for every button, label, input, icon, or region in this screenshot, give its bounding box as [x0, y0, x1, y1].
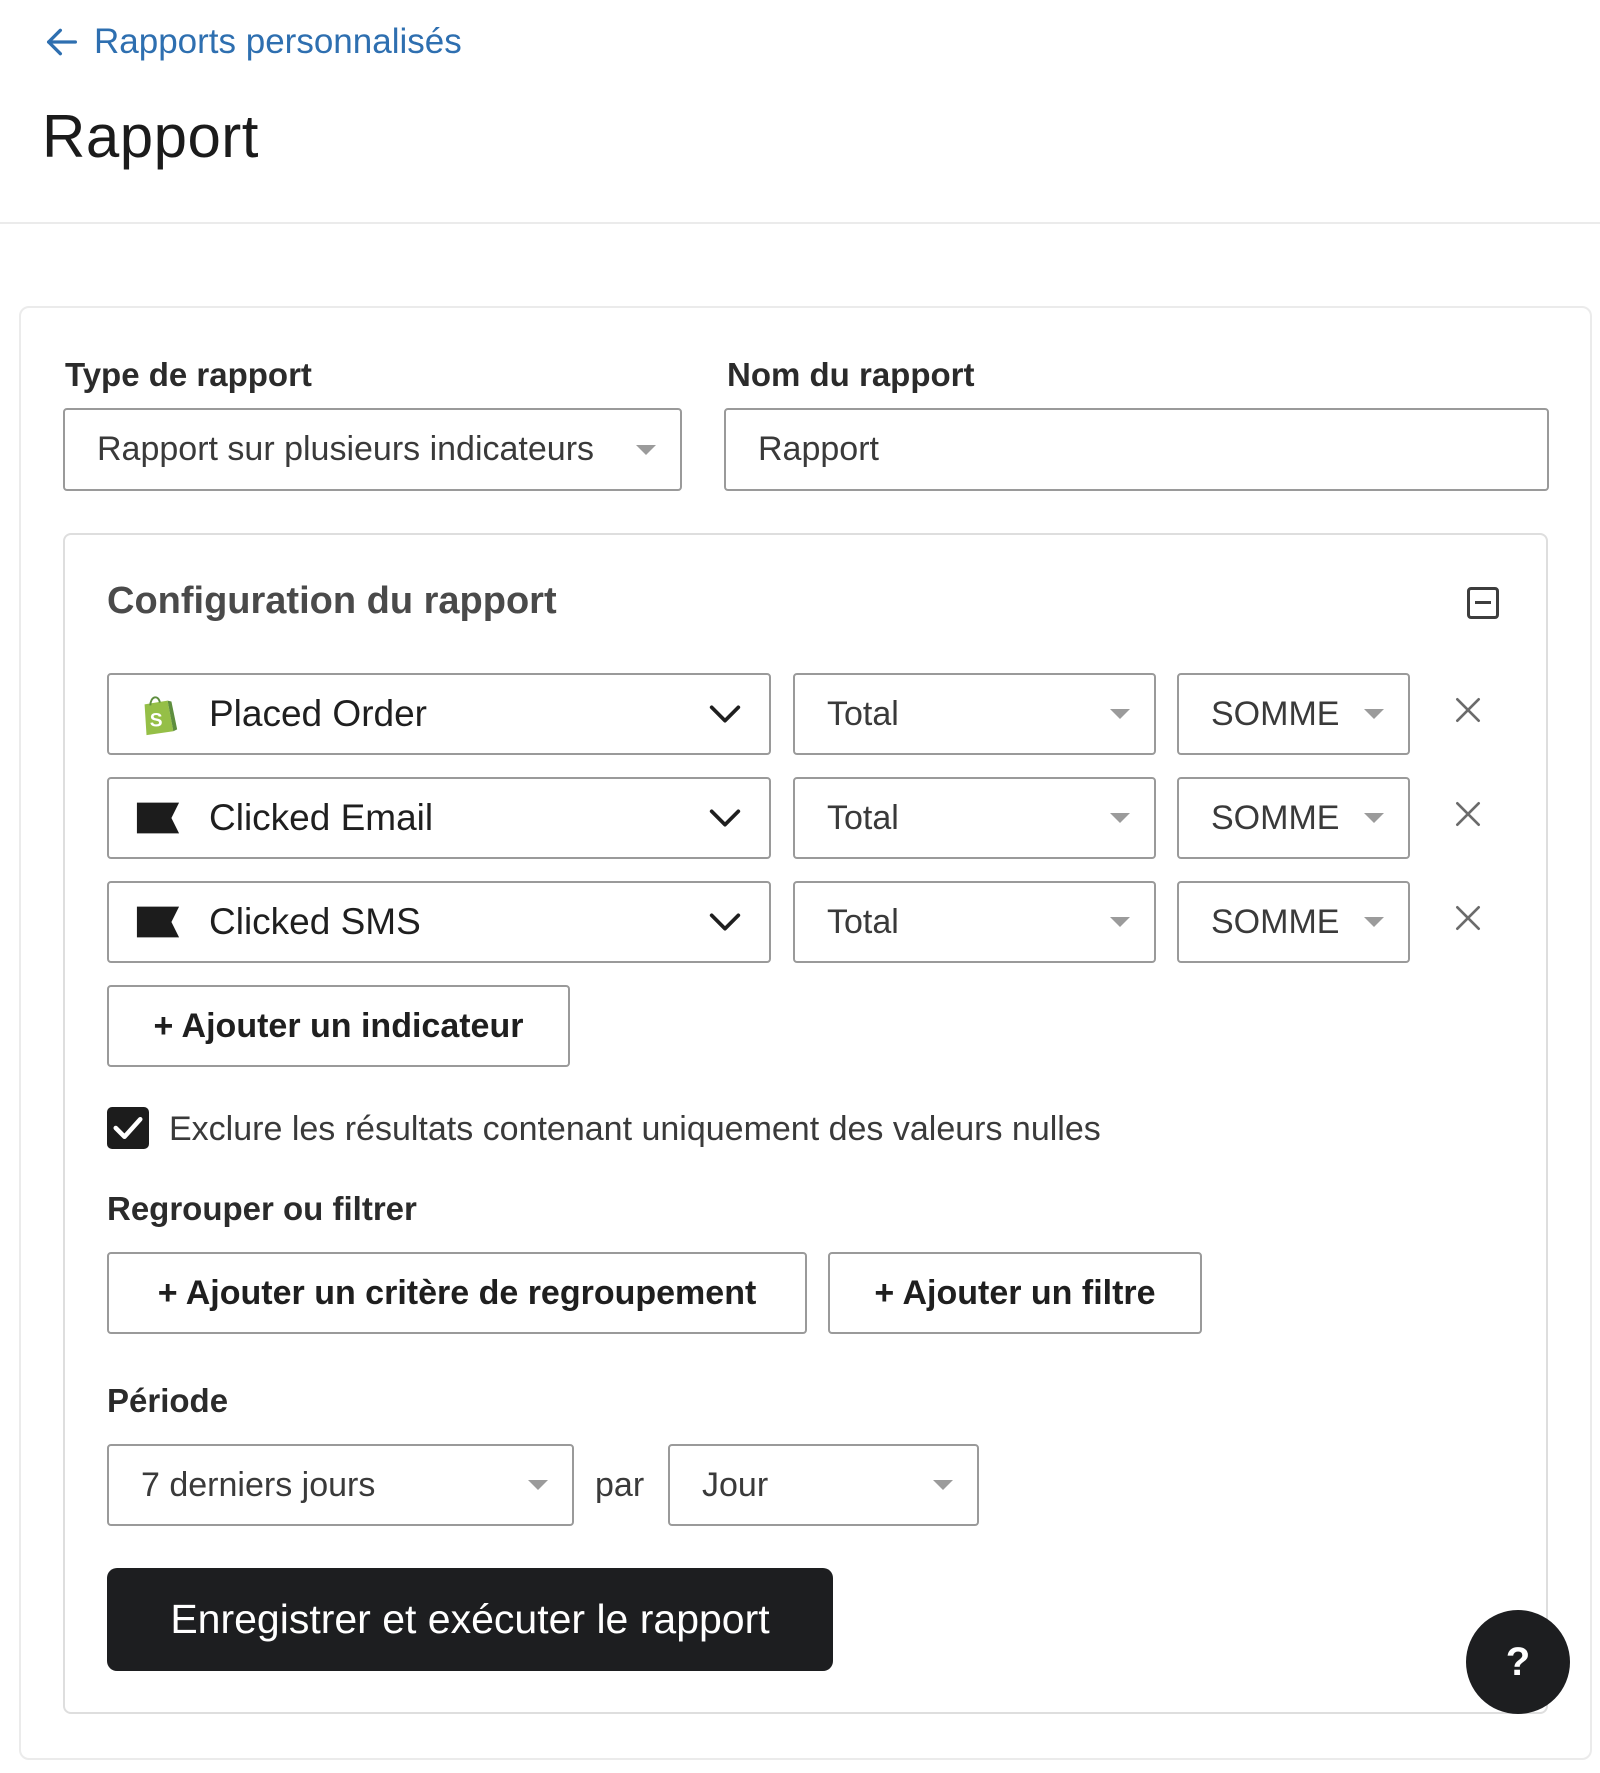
chevron-down-icon	[709, 705, 741, 723]
checkmark-icon	[113, 1116, 143, 1140]
caret-down-icon	[1110, 917, 1130, 927]
metric-select-clicked-sms[interactable]: Clicked SMS	[107, 881, 771, 963]
report-type-label: Type de rapport	[65, 356, 312, 393]
aggregation-select[interactable]: SOMME	[1177, 673, 1410, 755]
by-label: par	[595, 1466, 645, 1504]
report-type-value: Rapport sur plusieurs indicateurs	[97, 430, 595, 468]
granularity-value: Jour	[702, 1465, 769, 1504]
caret-down-icon	[528, 1480, 548, 1490]
report-name-field[interactable]	[724, 408, 1549, 491]
measure-value: Total	[827, 694, 899, 733]
collapse-icon[interactable]	[1467, 587, 1499, 619]
caret-down-icon	[1110, 709, 1130, 719]
metric-select-clicked-email[interactable]: Clicked Email	[107, 777, 771, 859]
caret-down-icon	[636, 444, 656, 455]
close-icon[interactable]	[1452, 902, 1484, 934]
back-link-label: Rapports personnalisés	[94, 22, 462, 61]
aggregation-value: SOMME	[1211, 694, 1340, 733]
caret-down-icon	[1364, 709, 1384, 719]
report-name-input[interactable]	[758, 430, 1547, 469]
add-filter-button[interactable]: + Ajouter un filtre	[828, 1252, 1202, 1334]
svg-text:S: S	[150, 710, 163, 731]
chevron-down-icon	[709, 913, 741, 931]
shopify-icon: S	[144, 696, 178, 736]
caret-down-icon	[1364, 813, 1384, 823]
report-name-label: Nom du rapport	[727, 356, 975, 393]
add-metric-button[interactable]: + Ajouter un indicateur	[107, 985, 570, 1067]
save-and-run-button[interactable]: Enregistrer et exécuter le rapport	[107, 1568, 833, 1671]
metric-label: Clicked Email	[209, 797, 434, 838]
back-link[interactable]: Rapports personnalisés	[42, 22, 462, 62]
measure-select[interactable]: Total	[793, 881, 1156, 963]
aggregation-value: SOMME	[1211, 798, 1340, 837]
period-value: 7 derniers jours	[141, 1465, 376, 1504]
report-type-select[interactable]: Rapport sur plusieurs indicateurs	[63, 408, 682, 491]
close-icon[interactable]	[1452, 694, 1484, 726]
arrow-left-icon	[47, 28, 78, 56]
page-title: Rapport	[42, 103, 259, 170]
metric-select-placed-order[interactable]: S Placed Order	[107, 673, 771, 755]
chevron-down-icon	[709, 809, 741, 827]
aggregation-value: SOMME	[1211, 902, 1340, 941]
metric-label: Clicked SMS	[209, 901, 421, 942]
measure-value: Total	[827, 798, 899, 837]
aggregation-select[interactable]: SOMME	[1177, 777, 1410, 859]
header-divider	[0, 222, 1600, 224]
period-select[interactable]: 7 derniers jours	[107, 1444, 574, 1526]
caret-down-icon	[933, 1480, 953, 1490]
granularity-select[interactable]: Jour	[668, 1444, 979, 1526]
config-title: Configuration du rapport	[107, 580, 557, 622]
measure-select[interactable]: Total	[793, 673, 1156, 755]
help-button[interactable]: ?	[1466, 1610, 1570, 1714]
period-label: Période	[107, 1382, 229, 1419]
caret-down-icon	[1110, 813, 1130, 823]
caret-down-icon	[1364, 917, 1384, 927]
exclude-nulls-checkbox[interactable]	[107, 1107, 149, 1149]
flag-icon	[136, 802, 180, 834]
aggregation-select[interactable]: SOMME	[1177, 881, 1410, 963]
metric-label: Placed Order	[209, 693, 427, 734]
flag-icon	[136, 906, 180, 938]
exclude-nulls-label: Exclure les résultats contenant uniqueme…	[169, 1110, 1101, 1148]
close-icon[interactable]	[1452, 798, 1484, 830]
measure-value: Total	[827, 902, 899, 941]
add-group-button[interactable]: + Ajouter un critère de regroupement	[107, 1252, 807, 1334]
measure-select[interactable]: Total	[793, 777, 1156, 859]
group-filter-label: Regrouper ou filtrer	[107, 1190, 417, 1227]
